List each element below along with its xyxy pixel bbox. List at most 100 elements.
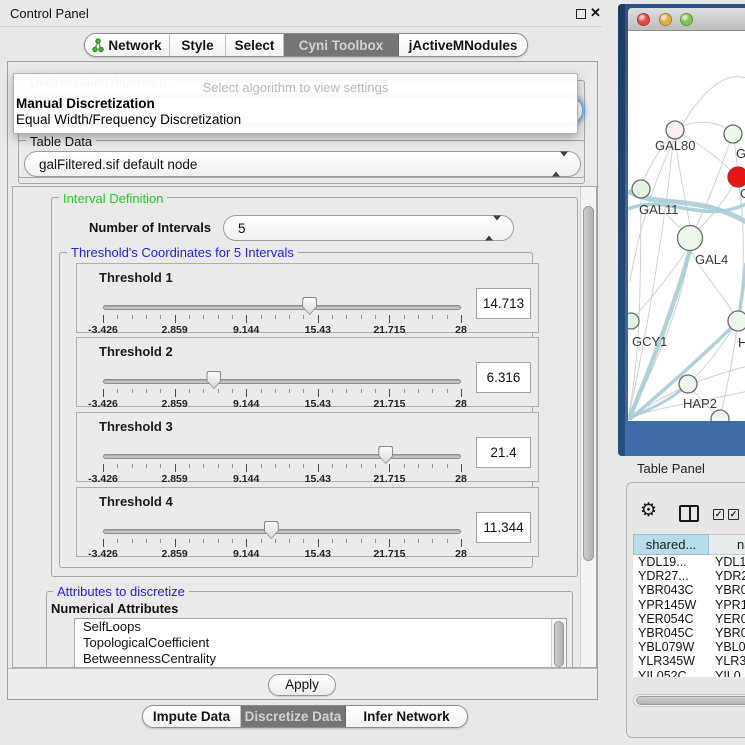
threshold-4-slider[interactable] [103, 529, 461, 534]
panel-scrollbar[interactable] [580, 187, 596, 667]
checkbox-icon-1[interactable]: ✓ [713, 509, 724, 520]
checkbox-icon-2[interactable]: ✓ [728, 509, 739, 520]
tab-cyni-toolbox[interactable]: Cyni Toolbox [284, 34, 399, 56]
attributes-list-scrollbar[interactable] [551, 619, 566, 668]
network-graph[interactable]: GAL80GACGAL11GAL4GCY1HHAP2 [628, 31, 745, 421]
dropdown-option-equal-width[interactable]: Equal Width/Frequency Discretization [16, 112, 241, 127]
slider-tick-label: 21.715 [373, 398, 405, 410]
threshold-2-slider-thumb[interactable] [206, 371, 221, 389]
network-edge[interactable] [690, 134, 733, 238]
slider-tick [175, 464, 176, 472]
slider-tick [332, 539, 333, 543]
tab-select[interactable]: Select [226, 34, 284, 56]
network-node-GAL80[interactable] [666, 121, 684, 139]
slider-tick [318, 464, 319, 472]
table-row[interactable]: YPR145WYPR1 [633, 598, 745, 612]
gear-icon[interactable]: ⚙ [640, 501, 657, 520]
cell-shared-name[interactable]: YIL052C [633, 669, 709, 678]
columns-icon[interactable] [679, 505, 699, 522]
cell-name[interactable]: YPR1 [709, 598, 745, 612]
column-header-shared-name[interactable]: shared... [633, 534, 709, 555]
table-horizontal-scrollbar[interactable] [633, 694, 745, 707]
slider-tick [361, 389, 362, 393]
cell-shared-name[interactable]: YDL19... [633, 555, 709, 569]
network-node-GA[interactable] [724, 125, 742, 143]
network-node-GAL4[interactable] [678, 226, 703, 251]
threshold-1-value-field[interactable]: 14.713 [476, 288, 531, 319]
attribute-item-selfloops[interactable]: SelfLoops [75, 619, 566, 635]
table-row[interactable]: YER054CYER0 [633, 612, 745, 626]
slider-tick [418, 464, 419, 468]
table-data-combobox[interactable]: galFiltered.sif default node [24, 151, 581, 177]
tab-discretize-data[interactable]: Discretize Data [241, 706, 346, 727]
close-icon[interactable]: ✕ [590, 5, 601, 21]
slider-tick-label: 15.43 [305, 398, 331, 410]
network-node[interactable] [711, 410, 729, 421]
table-row[interactable]: YIL052CYIL0 [633, 669, 745, 678]
cell-name[interactable]: YBL0 [709, 640, 745, 654]
cell-name[interactable]: YBR0 [709, 626, 745, 640]
table-row[interactable]: YBL079WYBL0 [633, 640, 745, 654]
threshold-3-slider[interactable] [103, 454, 461, 459]
number-of-intervals-combobox[interactable]: 5 [223, 215, 514, 241]
panel-scrollbar-thumb[interactable] [583, 206, 594, 561]
cell-name[interactable]: YDR2 [709, 569, 745, 583]
threshold-4-slider-thumb[interactable] [264, 521, 279, 539]
table-row[interactable]: YBR043CYBR0 [633, 583, 745, 597]
slider-tick [404, 315, 405, 319]
network-node-GCY1[interactable] [628, 313, 639, 329]
tab-impute-data[interactable]: Impute Data [143, 706, 241, 727]
attribute-item-betweennesscentrality[interactable]: BetweennessCentrality [75, 651, 566, 667]
dropdown-option-manual[interactable]: Manual Discretization [16, 96, 155, 111]
network-view-window[interactable]: GAL80GACGAL11GAL4GCY1HHAP2 [618, 4, 745, 456]
table-row[interactable]: YBR045CYBR0 [633, 626, 745, 640]
table-row[interactable]: YDL19...YDL1 [633, 555, 745, 569]
table-row[interactable]: YDR27...YDR2 [633, 569, 745, 583]
network-node-HAP2[interactable] [679, 375, 697, 393]
network-node-H[interactable] [728, 311, 745, 331]
cell-shared-name[interactable]: YBR045C [633, 626, 709, 640]
slider-tick-label: -3.426 [88, 548, 118, 560]
network-window-titlebar[interactable] [628, 8, 745, 31]
slider-tick [318, 539, 319, 547]
cell-name[interactable]: YBR0 [709, 583, 745, 597]
attribute-item-topologicalcoefficient[interactable]: TopologicalCoefficient [75, 635, 566, 651]
cell-name[interactable]: YDL1 [709, 555, 745, 569]
tab-style[interactable]: Style [170, 34, 226, 56]
zoom-traffic-light[interactable] [680, 13, 693, 26]
slider-tick-label: 9.144 [233, 324, 259, 336]
threshold-2-slider[interactable] [103, 379, 461, 384]
cell-shared-name[interactable]: YDR27... [633, 569, 709, 583]
cell-name[interactable]: YER0 [709, 612, 745, 626]
minimize-traffic-light[interactable] [659, 13, 672, 26]
cell-shared-name[interactable]: YPR145W [633, 598, 709, 612]
close-traffic-light[interactable] [637, 13, 650, 26]
network-node-GAL11[interactable] [632, 180, 650, 198]
table-row[interactable]: YLR345WYLR3 [633, 654, 745, 668]
cell-shared-name[interactable]: YLR345W [633, 654, 709, 668]
threshold-3-value-field[interactable]: 21.4 [476, 437, 531, 468]
threshold-2-value-field[interactable]: 6.316 [476, 362, 531, 393]
threshold-1-slider-thumb[interactable] [302, 297, 317, 315]
tab-infer-network[interactable]: Infer Network [346, 706, 467, 727]
slider-tick [160, 315, 161, 319]
network-edge[interactable] [628, 198, 641, 419]
table-body[interactable]: YDL19...YDL1YDR27...YDR2YBR043CYBR0YPR14… [633, 555, 745, 677]
threshold-4-value-field[interactable]: 11.344 [476, 512, 531, 543]
cell-name[interactable]: YLR3 [709, 654, 745, 668]
threshold-1-slider[interactable] [103, 305, 461, 310]
tab-network[interactable]: Network [85, 34, 170, 56]
network-node-C[interactable] [728, 167, 745, 187]
slider-tick [132, 539, 133, 543]
cell-shared-name[interactable]: YBL079W [633, 640, 709, 654]
apply-button[interactable]: Apply [268, 674, 336, 696]
cell-shared-name[interactable]: YBR043C [633, 583, 709, 597]
network-canvas[interactable]: GAL80GACGAL11GAL4GCY1HHAP2 [628, 31, 745, 421]
float-window-icon[interactable] [576, 9, 586, 19]
table-horizontal-scrollbar-thumb[interactable] [636, 696, 745, 705]
threshold-3-slider-thumb[interactable] [378, 446, 393, 464]
cell-shared-name[interactable]: YER054C [633, 612, 709, 626]
column-header-name[interactable]: name [709, 534, 745, 555]
tab-jactivemnodules[interactable]: jActiveMNodules [399, 34, 527, 56]
cell-name[interactable]: YIL0 [709, 669, 745, 678]
